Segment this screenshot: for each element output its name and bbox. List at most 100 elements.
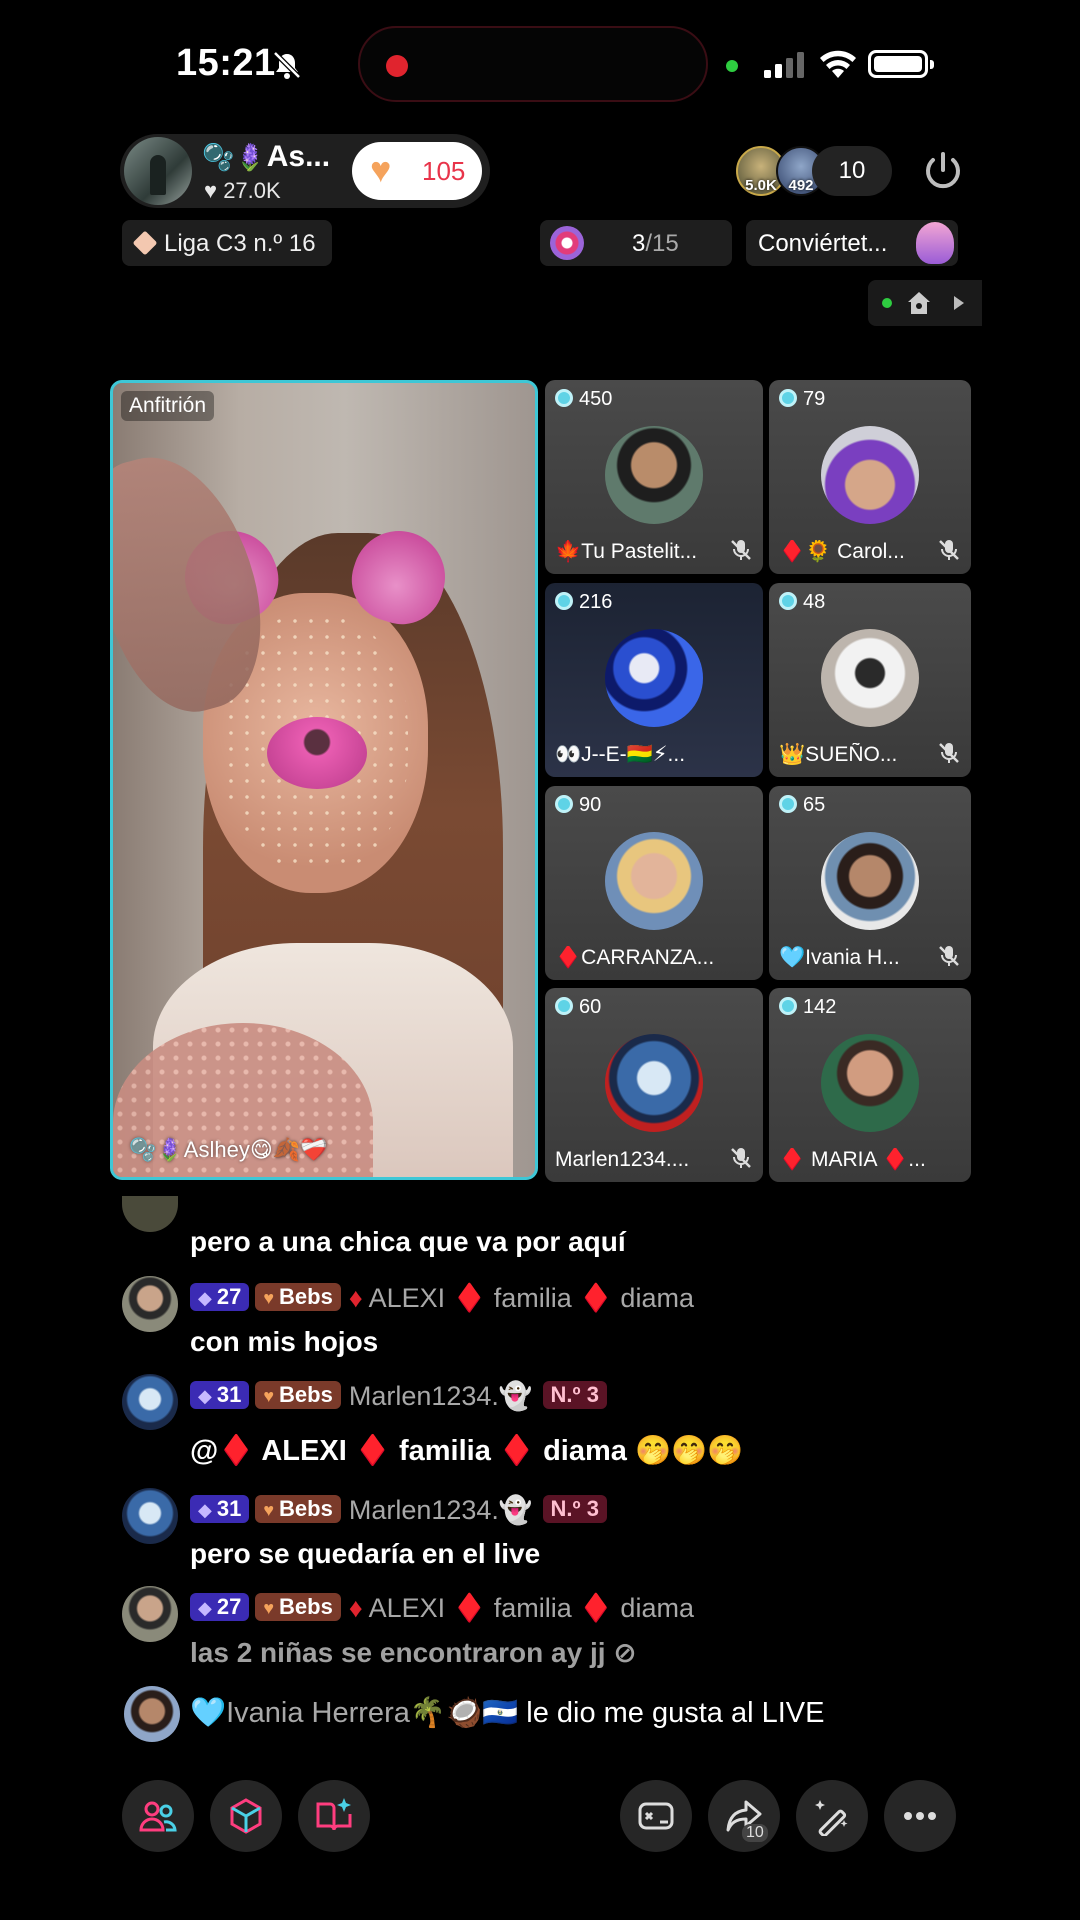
guest-name: ♦️CARRANZA... (555, 946, 715, 969)
battery-icon (868, 50, 934, 78)
guest-tile[interactable]: 450 🍁Tu Pastelit... (545, 380, 763, 574)
chat-avatar[interactable] (122, 1374, 178, 1430)
convert-pill[interactable]: Conviértet... (746, 220, 958, 266)
chat-message-header: 31Bebs Marlen1234.👻 N.º 3 (190, 1380, 607, 1412)
chat-message-header: 27Bebs♦ ALEXI ♦️ familia ♦️ diama (190, 1592, 694, 1624)
explore-button[interactable] (298, 1780, 370, 1852)
fan-badge: Bebs (255, 1283, 341, 1311)
guest-score: 216 (555, 591, 612, 614)
level-badge: 27 (190, 1593, 250, 1621)
chat-username[interactable]: ALEXI ♦️ familia ♦️ diama (369, 1283, 694, 1313)
guest-avatar (605, 832, 703, 930)
goal-progress: 3/15 (632, 230, 679, 257)
guest-name: ♦️🌻 Carol... (779, 540, 905, 563)
follow-button[interactable]: ♥ 105 (352, 142, 482, 200)
chat-avatar[interactable] (122, 1488, 178, 1544)
chat-message-text: @♦️ ALEXI ♦️ familia ♦️ diama 🤭🤭🤭 (190, 1435, 744, 1467)
guest-tile[interactable]: 79 ♦️🌻 Carol... (769, 380, 971, 574)
guest-score: 48 (779, 591, 825, 614)
guest-tile[interactable]: 90 ♦️CARRANZA... (545, 786, 763, 980)
gem-icon (555, 997, 573, 1015)
chat-message-text: pero a una chica que va por aquí (190, 1226, 626, 1257)
guests-button[interactable] (122, 1780, 194, 1852)
host-avatar[interactable] (124, 137, 192, 205)
mic-indicator-icon (726, 60, 738, 72)
fan-badge: Bebs (255, 1495, 341, 1523)
game-controller-icon (638, 1802, 674, 1830)
guest-avatar (821, 832, 919, 930)
guest-avatar (605, 629, 703, 727)
chat-message-text: pero se quedaría en el live (190, 1538, 541, 1569)
league-pill[interactable]: Liga C3 n.º 16 (122, 220, 332, 266)
chat-message-header: 31Bebs Marlen1234.👻 N.º 3 (190, 1494, 607, 1526)
mic-muted-icon (731, 540, 751, 560)
guest-avatar (605, 1034, 703, 1132)
rank-badge: N.º 3 (542, 1381, 607, 1409)
dog-nose-filter (267, 717, 367, 789)
chat-message-text: las 2 niñas se encontraron ay jj ⊘ (190, 1637, 637, 1668)
play-icon[interactable] (954, 296, 964, 310)
enhance-button[interactable] (796, 1780, 868, 1852)
chat-avatar[interactable] (124, 1686, 180, 1742)
guest-tile[interactable]: 60 Marlen1234.... (545, 988, 763, 1182)
guest-score: 90 (555, 794, 601, 817)
more-options-button[interactable] (884, 1780, 956, 1852)
chat-message-header: 27Bebs♦ ALEXI ♦️ familia ♦️ diama (190, 1282, 694, 1314)
guest-score: 450 (555, 388, 612, 411)
gem-icon (555, 389, 573, 407)
viewer-count[interactable]: 10 (812, 146, 892, 196)
chat-avatar[interactable] (122, 1586, 178, 1642)
level-badge: 27 (190, 1283, 250, 1311)
mic-muted-icon (939, 743, 959, 763)
join-notice-action: le dio me gusta al LIVE (526, 1697, 825, 1729)
power-icon[interactable] (918, 146, 968, 196)
guest-name: 👀J--E-🇧🇴⚡... (555, 743, 686, 766)
share-count: 10 (742, 1824, 768, 1842)
guest-tile[interactable]: 48 👑SUEÑO... (769, 583, 971, 777)
host-profile-pill[interactable]: 🫧🪻As... ♥ 27.0K ♥ 105 (120, 134, 490, 208)
chat-username[interactable]: Marlen1234.👻 (349, 1495, 533, 1525)
chat-username[interactable]: Marlen1234.👻 (349, 1381, 533, 1411)
chat-avatar[interactable] (122, 1196, 178, 1232)
home-icon[interactable] (906, 290, 932, 316)
games-button[interactable] (620, 1780, 692, 1852)
goal-progress-pill[interactable]: 3/15 (540, 220, 732, 266)
effects-button[interactable] (210, 1780, 282, 1852)
gem-icon (779, 389, 797, 407)
guest-name: 🍁Tu Pastelit... (555, 540, 698, 563)
guest-avatar (605, 426, 703, 524)
guest-score: 79 (779, 388, 825, 411)
level-badge: 31 (190, 1381, 250, 1409)
host-tag: Anfitrión (121, 391, 215, 421)
guest-tile[interactable]: 142 ♦️ MARIA ♦️... (769, 988, 971, 1182)
chat-avatar[interactable] (122, 1276, 178, 1332)
heart-icon: ♥ (370, 149, 392, 190)
bell-muted-icon (273, 51, 301, 79)
cube-icon (230, 1798, 262, 1834)
mini-controls[interactable] (868, 280, 982, 326)
fan-badge: Bebs (255, 1593, 341, 1621)
mic-muted-icon (939, 946, 959, 966)
share-button[interactable]: 10 (708, 1780, 780, 1852)
league-gem-icon (132, 230, 158, 256)
people-icon (139, 1801, 177, 1832)
chat-username[interactable]: ALEXI ♦️ familia ♦️ diama (369, 1593, 694, 1623)
chat-message-text: con mis hojos (190, 1326, 379, 1357)
chat-username[interactable]: 🩵Ivania Herrera🌴🥥🇸🇻 (190, 1697, 518, 1729)
guest-avatar (821, 1034, 919, 1132)
league-label: Liga C3 n.º 16 (164, 230, 316, 257)
fan-badge: Bebs (255, 1381, 341, 1409)
wifi-icon (820, 50, 856, 78)
status-time: 15:21 (176, 42, 276, 84)
follow-count: 105 (422, 156, 466, 186)
guest-avatar (821, 426, 919, 524)
host-video[interactable]: Anfitrión 🫧🪻Aslhey😋🍂❤️‍🩹 (110, 380, 538, 1180)
guest-tile[interactable]: 216 👀J--E-🇧🇴⚡... (545, 583, 763, 777)
guest-name: 🩵Ivania H... (779, 946, 900, 969)
join-notice: 🩵Ivania Herrera🌴🥥🇸🇻 le dio me gusta al L… (190, 1696, 824, 1730)
live-dot-icon (882, 298, 892, 308)
level-badge: 31 (190, 1495, 250, 1523)
guest-tile[interactable]: 65 🩵Ivania H... (769, 786, 971, 980)
cellular-signal-icon (764, 52, 804, 78)
host-likes: ♥ 27.0K (204, 178, 281, 203)
